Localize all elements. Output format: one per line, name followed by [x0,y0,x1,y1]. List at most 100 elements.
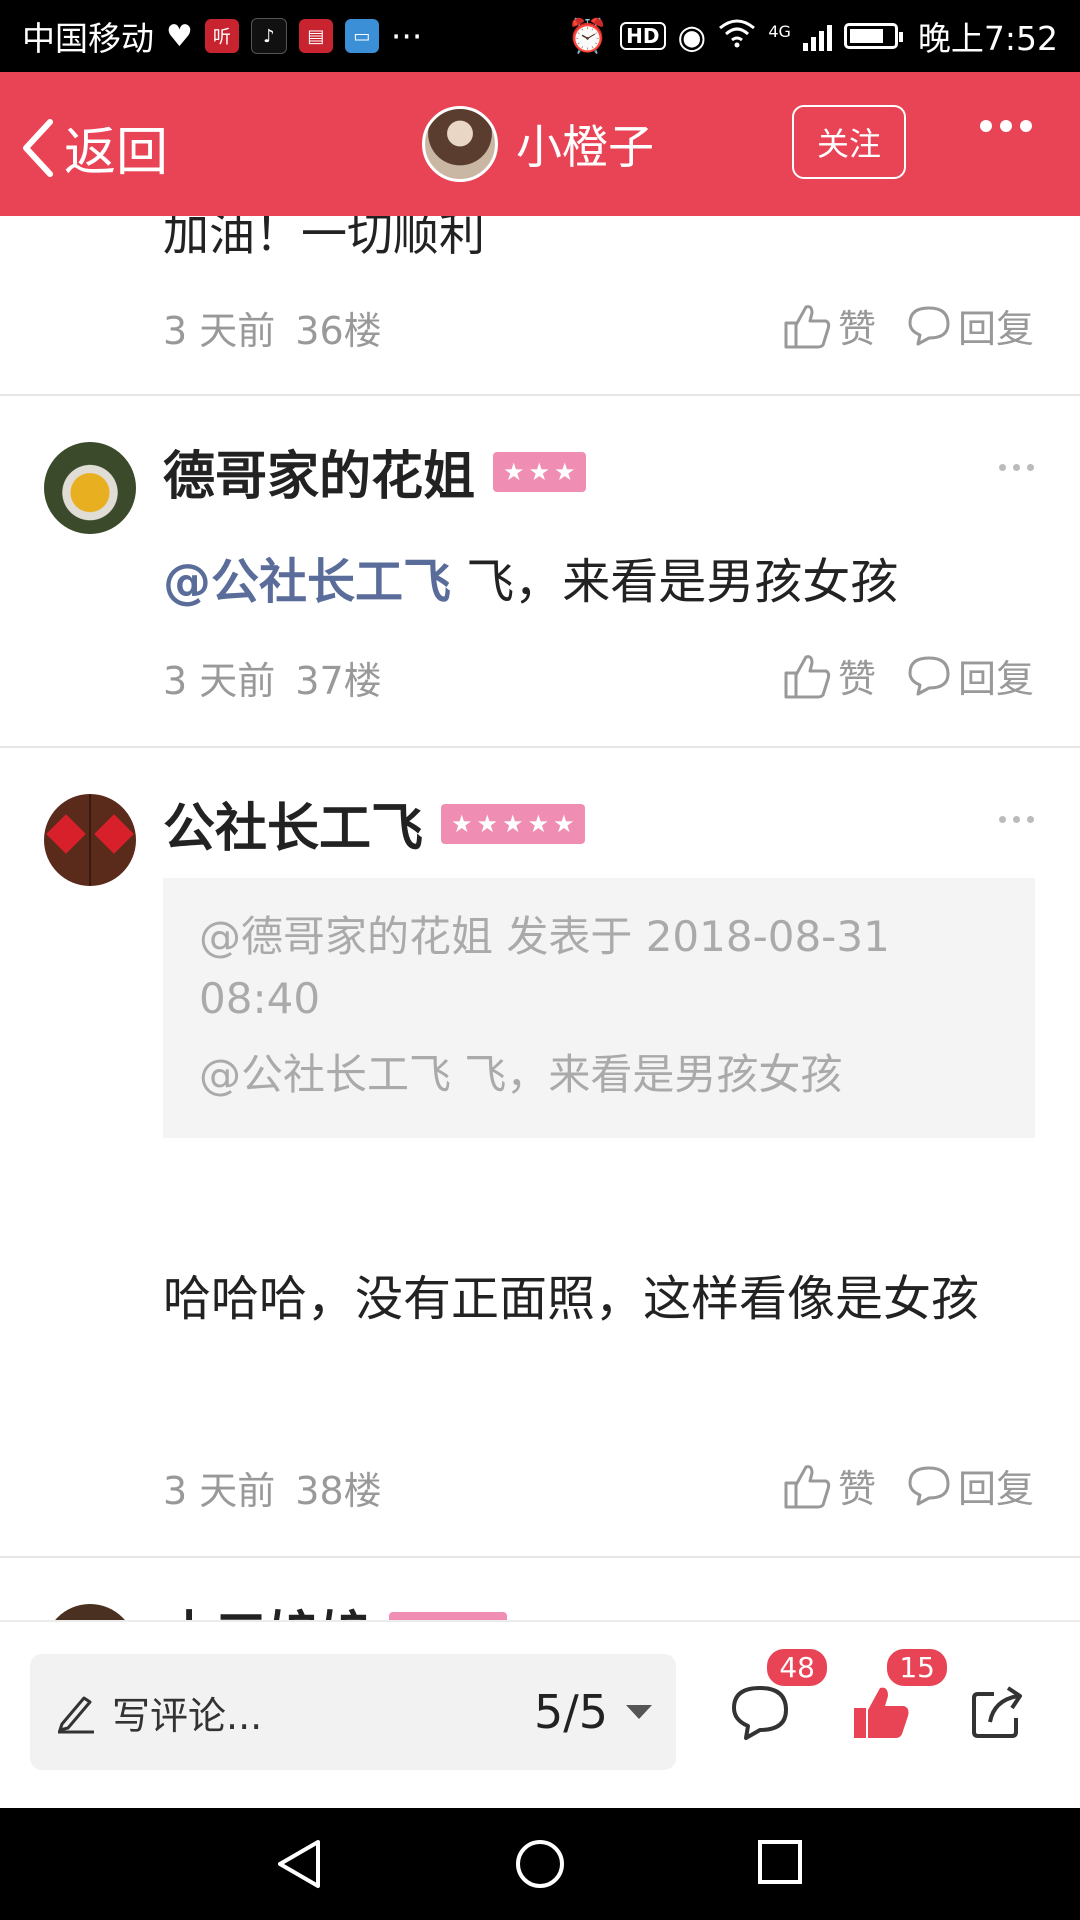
status-bar: 中国移动 ♥ 听 ♪ ▤ ▭ ··· ⏰ HD ◉ 4G 晚上7:52 [0,0,1080,72]
like-label: 赞 [837,307,876,351]
comment-actions: 赞 回复 [782,298,1034,353]
user-avatar[interactable] [44,442,136,534]
health-icon: ♥ [166,18,193,54]
bottom-toolbar: 写评论... 5/5 48 15 [0,1620,1080,1808]
comment-meta: 3 天前 37楼 [163,650,382,705]
tiktok-icon: ♪ [250,18,287,54]
system-nav-bar [0,1808,1080,1920]
comment-more-icon[interactable] [999,464,1034,471]
more-notifications-icon: ··· [390,16,423,56]
thumbs-up-icon [784,304,831,348]
username[interactable]: 公社长工飞 [163,786,423,861]
reply-bubble-icon [908,1466,950,1505]
comment-body: 哈哈哈，没有正面照，这样看像是女孩 [163,1271,980,1327]
thumbs-up-filled-icon [854,1687,909,1738]
carrier-label: 中国移动 [22,19,154,58]
divider [0,394,1080,396]
username[interactable]: 十三娘娘 [163,1594,371,1620]
level-star-icon: ★ [502,809,524,838]
like-button[interactable]: 赞 [782,1458,876,1513]
network-type-label: 4G [768,22,791,41]
level-star-icon: ★ [451,809,473,838]
share-button[interactable] [966,1680,1030,1744]
thumbs-up-icon [784,654,831,698]
like-count-badge: 15 [884,1646,950,1689]
thumbs-up-icon [784,1464,831,1508]
quote-body: @公社长工飞 飞，来看是男孩女孩 [199,1050,843,1099]
comment-author[interactable]: 公社长工飞 ★ ★ ★ ★ ★ [163,786,585,861]
back-button[interactable]: 返回 [20,110,168,185]
comment-body: 加油！一切顺利 [163,216,485,261]
reply-button[interactable]: 回复 [906,298,1034,353]
quote-header: @德哥家的花姐 发表于 2018-08-31 08:40 [199,912,890,1023]
comment-count-badge: 48 [764,1646,830,1689]
page-indicator: 5/5 [533,1685,608,1739]
author-avatar[interactable] [422,106,498,182]
user-avatar[interactable] [44,1604,136,1620]
nav-back-icon[interactable] [274,1838,324,1890]
reply-label: 回复 [957,307,1034,351]
signal-icon [802,21,832,51]
level-star-icon: ★ [503,457,525,486]
nav-home-icon[interactable] [514,1838,566,1890]
listen-app-icon: 听 [204,19,239,53]
top-header: 返回 小橙子 关注 [0,72,1080,216]
like-label: 赞 [837,1467,876,1511]
news-app-icon: ▤ [298,19,333,53]
level-star-icon: ★ [476,809,499,838]
comment-body: @公社长工飞 飞，来看是男孩女孩 [163,542,898,612]
comment-author[interactable]: 德哥家的花姐 ★ ★ ★ [163,434,586,509]
more-options-icon[interactable] [980,120,1032,132]
alarm-icon: ⏰ [567,16,609,55]
username[interactable]: 德哥家的花姐 [163,434,475,509]
author-info[interactable]: 小橙子 [422,106,654,182]
like-button[interactable]: 赞 [782,298,876,353]
comment-actions: 赞 回复 [782,648,1034,703]
level-badge: ★★★★ [389,1611,508,1620]
share-icon [972,1686,1022,1738]
divider [0,1556,1080,1558]
comment-floor: 36楼 [295,309,382,353]
page-selector[interactable]: 5/5 [534,1685,652,1739]
like-post-button[interactable]: 15 [848,1646,950,1744]
mention-link[interactable]: @公社长工飞 [163,554,451,610]
comment-author[interactable]: 十三娘娘 ★★★★ [163,1594,508,1620]
author-name[interactable]: 小橙子 [516,111,654,177]
comments-button[interactable]: 48 [728,1646,830,1744]
comment-meta: 3 天前 36楼 [163,300,382,355]
comment-bubble-icon [732,1686,788,1740]
comment-meta: 3 天前 38楼 [163,1460,382,1515]
comment-floor: 37楼 [295,659,382,703]
comment-time: 3 天前 [163,309,276,353]
reply-button[interactable]: 回复 [906,648,1034,703]
level-star-icon: ★ [553,809,575,838]
user-avatar[interactable] [44,794,136,886]
write-comment-input[interactable]: 写评论... 5/5 [30,1654,676,1770]
comment-more-icon[interactable] [999,816,1034,823]
chevron-left-icon [23,118,53,177]
follow-button[interactable]: 关注 [792,105,906,179]
comment-text: 飞，来看是男孩女孩 [451,554,899,610]
eye-comfort-icon: ◉ [677,16,707,56]
like-label: 赞 [837,657,876,701]
level-star-icon: ★ [554,457,576,486]
like-button[interactable]: 赞 [782,648,876,703]
quoted-reply: @德哥家的花姐 发表于 2018-08-31 08:40 @公社长工飞 飞，来看… [163,878,1035,1138]
nav-recents-icon[interactable] [756,1838,804,1886]
chat-app-icon: ▭ [344,19,379,53]
caret-down-icon [626,1705,652,1719]
comment-list[interactable]: 加油！一切顺利 3 天前 36楼 赞 回复 德哥家的花姐 ★ ★ ★ @公社长工飞 … [0,216,1080,1620]
level-star-icon: ★ [527,809,550,838]
reply-label: 回复 [957,657,1034,701]
level-star-icon: ★ [528,457,551,486]
hd-icon: HD [620,22,666,50]
reply-bubble-icon [908,306,950,345]
level-badge: ★ ★ ★ ★ ★ [441,803,585,844]
reply-button[interactable]: 回复 [906,1458,1034,1513]
comment-actions: 赞 回复 [782,1458,1034,1513]
wifi-icon [718,17,756,56]
pencil-icon [58,1696,94,1734]
comment-floor: 38楼 [295,1469,382,1513]
comment-time: 3 天前 [163,659,276,703]
comment-time: 3 天前 [163,1469,276,1513]
